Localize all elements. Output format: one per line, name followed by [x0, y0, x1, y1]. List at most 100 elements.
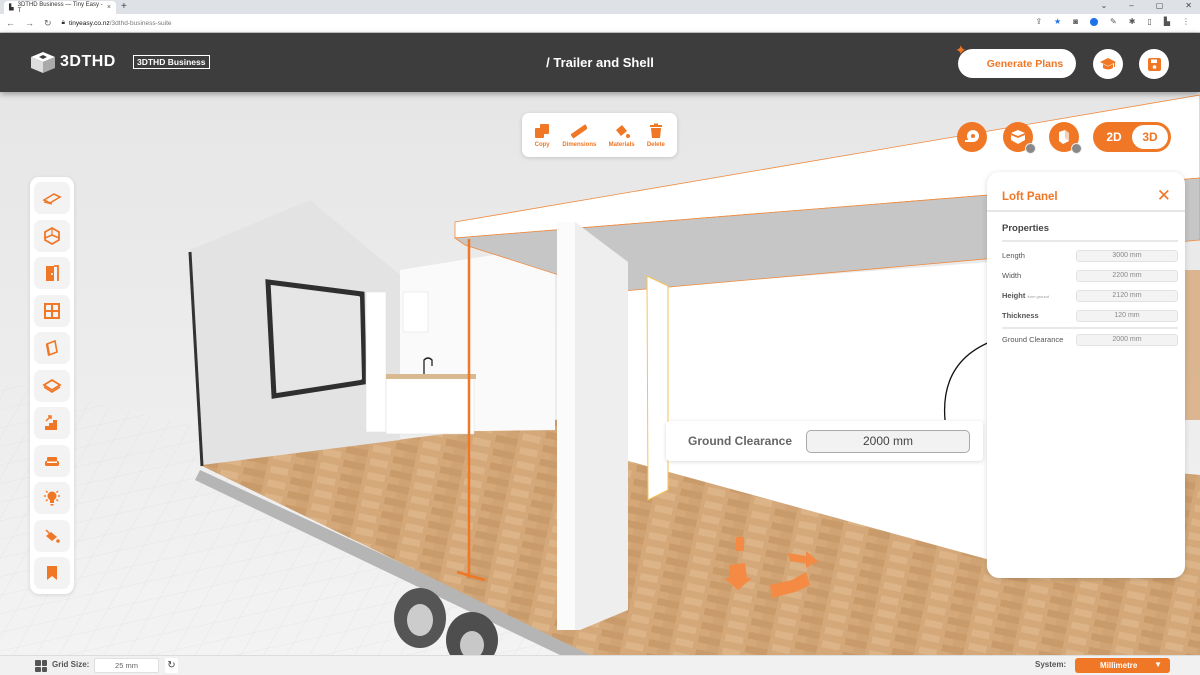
learn-button[interactable]	[1093, 49, 1123, 79]
base-cabinet	[385, 377, 475, 435]
sidebar-item-windows[interactable]	[34, 294, 70, 327]
dimensions-button[interactable]: Dimensions	[562, 123, 596, 148]
favicon-icon: ▙	[9, 5, 14, 11]
ground-clearance-field[interactable]: 2000 mm	[1076, 333, 1178, 346]
url-path: /3dthd-business-suite	[109, 19, 172, 27]
sidepanel-icon[interactable]: ▯	[1147, 17, 1151, 26]
copy-icon	[535, 123, 550, 138]
wall-visibility-icon	[1059, 130, 1069, 144]
property-row-height: Height from ground 2120 mm	[1002, 289, 1178, 302]
reload-icon[interactable]: ↻	[44, 18, 52, 29]
section-view-button[interactable]	[1003, 122, 1036, 154]
generate-plans-button[interactable]: ✦ Generate Plans	[955, 43, 1076, 78]
bookmark-icon	[47, 566, 57, 580]
graduation-cap-icon	[1100, 58, 1116, 70]
height-label: Height	[1002, 291, 1026, 300]
wall-visibility-button[interactable]	[1049, 122, 1082, 154]
save-button[interactable]	[1139, 49, 1169, 79]
close-icon[interactable]: ✕	[1157, 187, 1171, 205]
mode-2d-button[interactable]: 2D	[1096, 125, 1132, 149]
new-tab-button[interactable]: +	[121, 1, 127, 13]
sidebar-item-stairs[interactable]	[34, 407, 70, 439]
sidebar-item-walls[interactable]	[34, 332, 70, 364]
tab-title: 3DTHD Business — Tiny Easy - T	[17, 1, 103, 14]
property-row-thickness: Thickness 120 mm	[1002, 309, 1178, 322]
length-field[interactable]: 3000 mm	[1076, 249, 1178, 262]
sidebar-item-shell[interactable]	[34, 219, 70, 252]
sidebar-item-lighting[interactable]	[34, 482, 70, 514]
generate-plans-label: Generate Plans	[986, 57, 1064, 70]
puzzle-icon[interactable]: ✱	[1129, 17, 1136, 26]
divider	[1002, 327, 1178, 329]
paint-bucket-icon	[45, 528, 60, 543]
panel-title: Loft Panel	[1002, 191, 1058, 203]
delete-button[interactable]: Delete	[647, 123, 665, 148]
sparkle-icon: ✦	[955, 42, 967, 58]
copy-button[interactable]: Copy	[534, 123, 550, 148]
sidebar-item-trailer[interactable]	[34, 182, 70, 214]
divider	[1002, 240, 1178, 242]
dimensions-label: Dimensions	[562, 141, 597, 148]
countertop	[386, 374, 476, 379]
tab-search-icon[interactable]: ⌄	[1101, 1, 1108, 10]
thickness-field[interactable]: 120 mm	[1076, 309, 1178, 322]
height-field[interactable]: 2120 mm	[1076, 289, 1178, 302]
sidebar-item-floors[interactable]	[34, 369, 70, 402]
properties-panel: Loft Panel ✕ Properties Length 3000 mm W…	[987, 172, 1185, 578]
mode-3d-button[interactable]: 3D	[1132, 125, 1168, 149]
tall-cabinet	[365, 291, 387, 433]
maximize-icon[interactable]: ▢	[1156, 1, 1164, 10]
floor-icon	[42, 378, 62, 393]
grid-size-input[interactable]: 25 mm	[94, 658, 159, 673]
edit-toolbar: Copy Dimensions Materials Delete	[522, 113, 677, 157]
reset-icon[interactable]: ↻	[165, 658, 178, 673]
menu-icon[interactable]: ⋮	[1182, 17, 1190, 26]
window-close-icon[interactable]: ✕	[1185, 1, 1192, 10]
profile-icon[interactable]: ▙	[1164, 17, 1170, 26]
tab-close-icon[interactable]: ×	[107, 4, 111, 11]
back-icon[interactable]: ←	[6, 18, 15, 29]
selected-post	[646, 275, 669, 501]
property-label: Width	[1002, 271, 1022, 280]
sidebar-item-doors[interactable]	[34, 257, 70, 289]
browser-tab[interactable]: ▙ 3DTHD Business — Tiny Easy - T ×	[4, 1, 116, 14]
browser-tab-bar: ▙ 3DTHD Business — Tiny Easy - T × + ⌄ –…	[0, 0, 1200, 14]
bookmark-star-icon[interactable]: ★	[1054, 17, 1061, 26]
measure-button[interactable]	[957, 122, 987, 152]
width-field[interactable]: 2200 mm	[1076, 269, 1178, 282]
floppy-disk-icon	[1147, 57, 1161, 71]
settings-badge-icon	[1071, 143, 1082, 154]
extension-icon[interactable]	[1090, 17, 1099, 26]
address-bar: ← → ↻ 🔒︎ tinyeasy.co.nz/3dthd-business-s…	[0, 14, 1200, 33]
ground-clearance-callout: Ground Clearance 2000 mm	[666, 421, 983, 461]
chevron-down-icon: ▼	[1154, 660, 1162, 669]
url-host: tinyeasy.co.nz	[69, 19, 110, 27]
minimize-icon[interactable]: –	[1129, 1, 1133, 10]
settings-badge-icon	[1025, 143, 1036, 154]
sidebar-item-materials[interactable]	[34, 519, 70, 552]
url-field[interactable]: 🔒︎ tinyeasy.co.nz/3dthd-business-suite	[62, 19, 172, 27]
sofa-icon	[45, 456, 59, 466]
panel-divider	[987, 210, 1185, 212]
eyedropper-icon[interactable]: ✎	[1110, 17, 1117, 26]
unit-system-select[interactable]: Millimetre ▼	[1075, 658, 1170, 673]
door-icon	[46, 265, 59, 281]
sidebar-item-saved[interactable]	[34, 557, 70, 589]
property-label: Height from ground	[1002, 291, 1076, 300]
share-icon[interactable]: ⇪	[1035, 17, 1042, 26]
status-bar: Grid Size: 25 mm ↻ System: Millimetre ▼	[0, 655, 1200, 675]
unit-system-value: Millimetre	[1100, 661, 1138, 670]
left-sidebar	[30, 177, 74, 594]
callout-value-field[interactable]: 2000 mm	[806, 429, 970, 453]
property-label: Thickness	[1002, 311, 1039, 320]
trash-icon	[649, 123, 662, 138]
callout-label: Ground Clearance	[688, 434, 793, 448]
forward-icon[interactable]: →	[25, 18, 34, 29]
grid-size-label: Grid Size:	[52, 660, 90, 669]
wall-panel-icon	[45, 339, 58, 357]
sidebar-item-furniture[interactable]	[34, 444, 70, 477]
materials-label: Materials	[608, 141, 635, 148]
grid-icon	[35, 660, 47, 672]
materials-button[interactable]: Materials	[609, 123, 635, 148]
camera-icon[interactable]: ◙	[1073, 17, 1078, 26]
